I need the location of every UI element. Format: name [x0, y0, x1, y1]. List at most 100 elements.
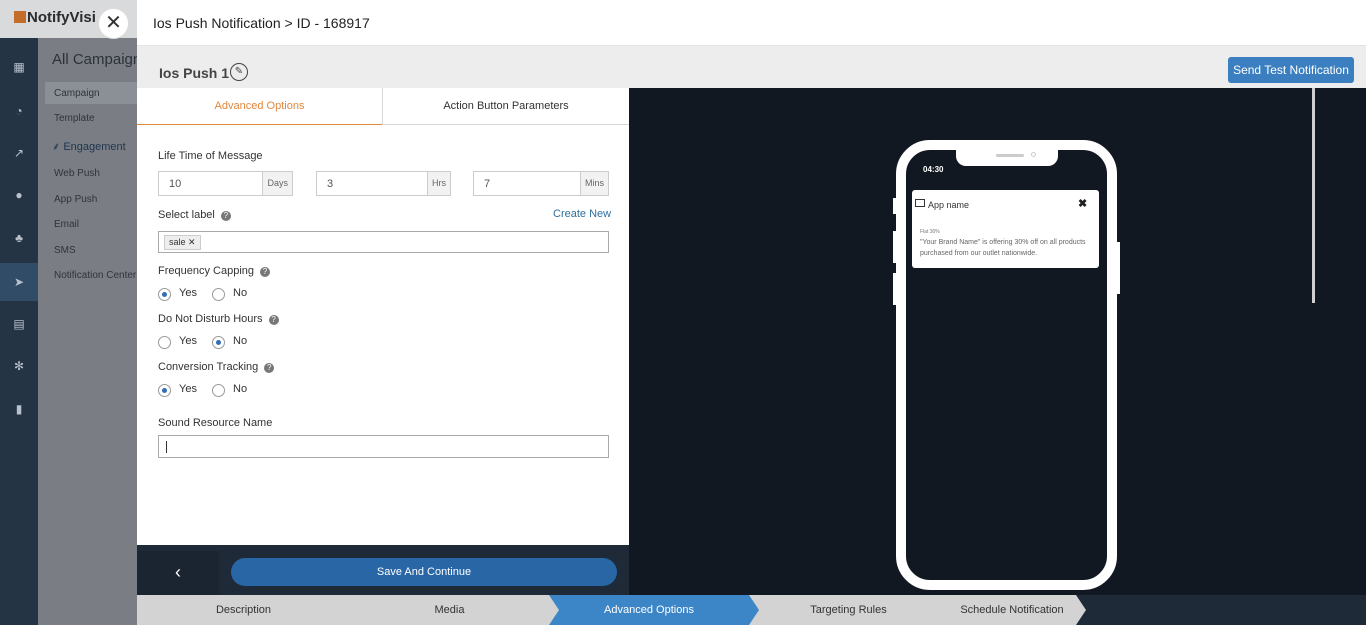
tag-sale-text: sale: [169, 237, 186, 247]
campaign-subheader: Ios Push 1 ✎ Send Test Notification: [137, 46, 1366, 88]
sound-resource-label: Sound Resource Name: [158, 417, 273, 429]
conversion-tracking-text: Conversion Tracking: [158, 361, 259, 373]
chevron-left-icon: ‹: [175, 562, 181, 582]
nav-item-app-push[interactable]: App Push: [54, 194, 97, 205]
form-footer: ‹ Save And Continue: [137, 545, 629, 595]
hrs-value: 3: [327, 178, 334, 190]
edit-pencil-icon[interactable]: ✎: [230, 63, 248, 81]
nav-item-campaign[interactable]: Campaign: [54, 88, 100, 99]
dnd-text: Do Not Disturb Hours: [158, 313, 263, 325]
conversion-yes-radio[interactable]: [158, 384, 171, 397]
hrs-unit: Hrs: [427, 172, 450, 195]
app-logo: NotifyVisi: [14, 9, 96, 26]
hrs-input[interactable]: 3 Hrs: [316, 171, 451, 196]
secondary-nav: [38, 38, 137, 625]
nav-item-sms[interactable]: SMS: [54, 245, 76, 256]
conversion-no-radio[interactable]: [212, 384, 225, 397]
dashboard-icon[interactable]: ▦: [0, 54, 38, 80]
speedometer-icon[interactable]: ◔: [0, 98, 38, 124]
page-title: All Campaign: [52, 51, 142, 68]
nav-item-web-push[interactable]: Web Push: [54, 168, 100, 179]
users-icon[interactable]: ●: [0, 182, 38, 208]
mins-unit: Mins: [579, 172, 608, 195]
wizard-steps: Description Media Advanced Options Targe…: [137, 595, 1366, 625]
sound-resource-input[interactable]: [158, 435, 609, 458]
nav-item-email[interactable]: Email: [54, 219, 79, 230]
form-tabs: Advanced Options Action Button Parameter…: [137, 88, 629, 125]
conversion-no-label: No: [233, 383, 248, 395]
select-label-heading: Select label?: [158, 209, 231, 221]
tab-advanced-options[interactable]: Advanced Options: [137, 88, 382, 125]
text-cursor: [166, 441, 167, 453]
phone-camera: [1031, 152, 1036, 157]
dnd-no-label: No: [233, 335, 248, 347]
frequency-capping-label: Frequency Capping?: [158, 265, 271, 277]
tag-remove-icon[interactable]: ✕: [188, 237, 196, 247]
form-panel: Advanced Options Action Button Parameter…: [137, 88, 629, 545]
notification-title: Flat 30%: [920, 229, 940, 235]
back-button[interactable]: ‹: [137, 551, 219, 595]
frequency-no-radio[interactable]: [212, 288, 225, 301]
conversion-tracking-label: Conversion Tracking?: [158, 361, 275, 373]
logo-text: NotifyVisi: [27, 9, 96, 26]
days-value: 10: [169, 178, 182, 190]
send-test-notification-button[interactable]: Send Test Notification: [1228, 57, 1354, 83]
mins-value: 7: [484, 178, 491, 190]
lifetime-label: Life Time of Message: [158, 150, 263, 162]
tag-sale: sale ✕: [164, 235, 201, 250]
phone-time: 04:30: [923, 165, 944, 174]
step-description[interactable]: Description: [137, 595, 360, 625]
nav-item-notification-center[interactable]: Notification Center: [54, 270, 136, 281]
conversion-yes-label: Yes: [179, 383, 197, 395]
tab-action-button-parameters[interactable]: Action Button Parameters: [382, 88, 629, 125]
nav-section-engagement[interactable]: ⸙ Engagement: [52, 139, 126, 154]
chart-icon[interactable]: ↗: [0, 140, 38, 166]
days-input[interactable]: 10 Days: [158, 171, 293, 196]
left-icon-rail: ▦ ◔ ↗ ● ♣ ➤ ▤ ✻ ▮: [0, 38, 38, 625]
dnd-yes-radio[interactable]: [158, 336, 171, 349]
image-icon: [915, 199, 925, 207]
frequency-capping-text: Frequency Capping: [158, 265, 255, 277]
days-unit: Days: [262, 172, 292, 195]
logo-mark-icon: [14, 11, 26, 23]
select-label-text: Select label: [158, 209, 215, 221]
report-icon[interactable]: ▤: [0, 311, 38, 337]
save-and-continue-button[interactable]: Save And Continue: [231, 558, 617, 586]
close-icon: ✖: [1078, 198, 1088, 210]
help-icon[interactable]: ?: [220, 211, 231, 221]
send-icon[interactable]: ➤: [0, 263, 38, 301]
push-notification-modal: Ios Push Notification > ID - 168917 Ios …: [137, 0, 1366, 625]
step-targeting-rules[interactable]: Targeting Rules: [749, 595, 958, 625]
preview-panel: 04:30 App name ✖ Flat 30% "Your Brand Na…: [629, 88, 1366, 595]
phone-speaker: [996, 154, 1024, 157]
step-advanced-options[interactable]: Advanced Options: [549, 595, 759, 625]
campaign-name: Ios Push 1: [159, 65, 230, 81]
phone-mockup: 04:30 App name ✖ Flat 30% "Your Brand Na…: [896, 140, 1117, 590]
create-new-link[interactable]: Create New: [553, 208, 611, 220]
close-modal-button[interactable]: ✕: [98, 8, 129, 39]
dnd-label: Do Not Disturb Hours?: [158, 313, 279, 325]
phone-notch: [956, 146, 1058, 166]
gear-icon[interactable]: ✻: [0, 353, 38, 379]
close-icon: ✕: [105, 12, 122, 34]
phone-side-button: [1117, 242, 1120, 294]
preview-scrollbar[interactable]: [1312, 88, 1315, 303]
engagement-label: Engagement: [63, 141, 126, 153]
step-media[interactable]: Media: [350, 595, 559, 625]
help-icon[interactable]: ?: [268, 315, 279, 325]
document-icon[interactable]: ▮: [0, 396, 38, 422]
notification-body: "Your Brand Name" is offering 30% off on…: [920, 239, 1086, 257]
step-schedule-notification[interactable]: Schedule Notification: [948, 595, 1086, 625]
notification-app-name: App name: [928, 200, 970, 210]
sitemap-icon[interactable]: ♣: [0, 225, 38, 251]
label-select-input[interactable]: sale ✕: [158, 231, 609, 253]
notification-preview-card: App name ✖ Flat 30% "Your Brand Name" is…: [912, 190, 1099, 268]
help-icon[interactable]: ?: [264, 363, 275, 373]
nav-item-template[interactable]: Template: [54, 113, 95, 124]
frequency-no-label: No: [233, 287, 248, 299]
help-icon[interactable]: ?: [260, 267, 271, 277]
dnd-no-radio[interactable]: [212, 336, 225, 349]
mins-input[interactable]: 7 Mins: [473, 171, 609, 196]
frequency-yes-radio[interactable]: [158, 288, 171, 301]
dnd-yes-label: Yes: [179, 335, 197, 347]
